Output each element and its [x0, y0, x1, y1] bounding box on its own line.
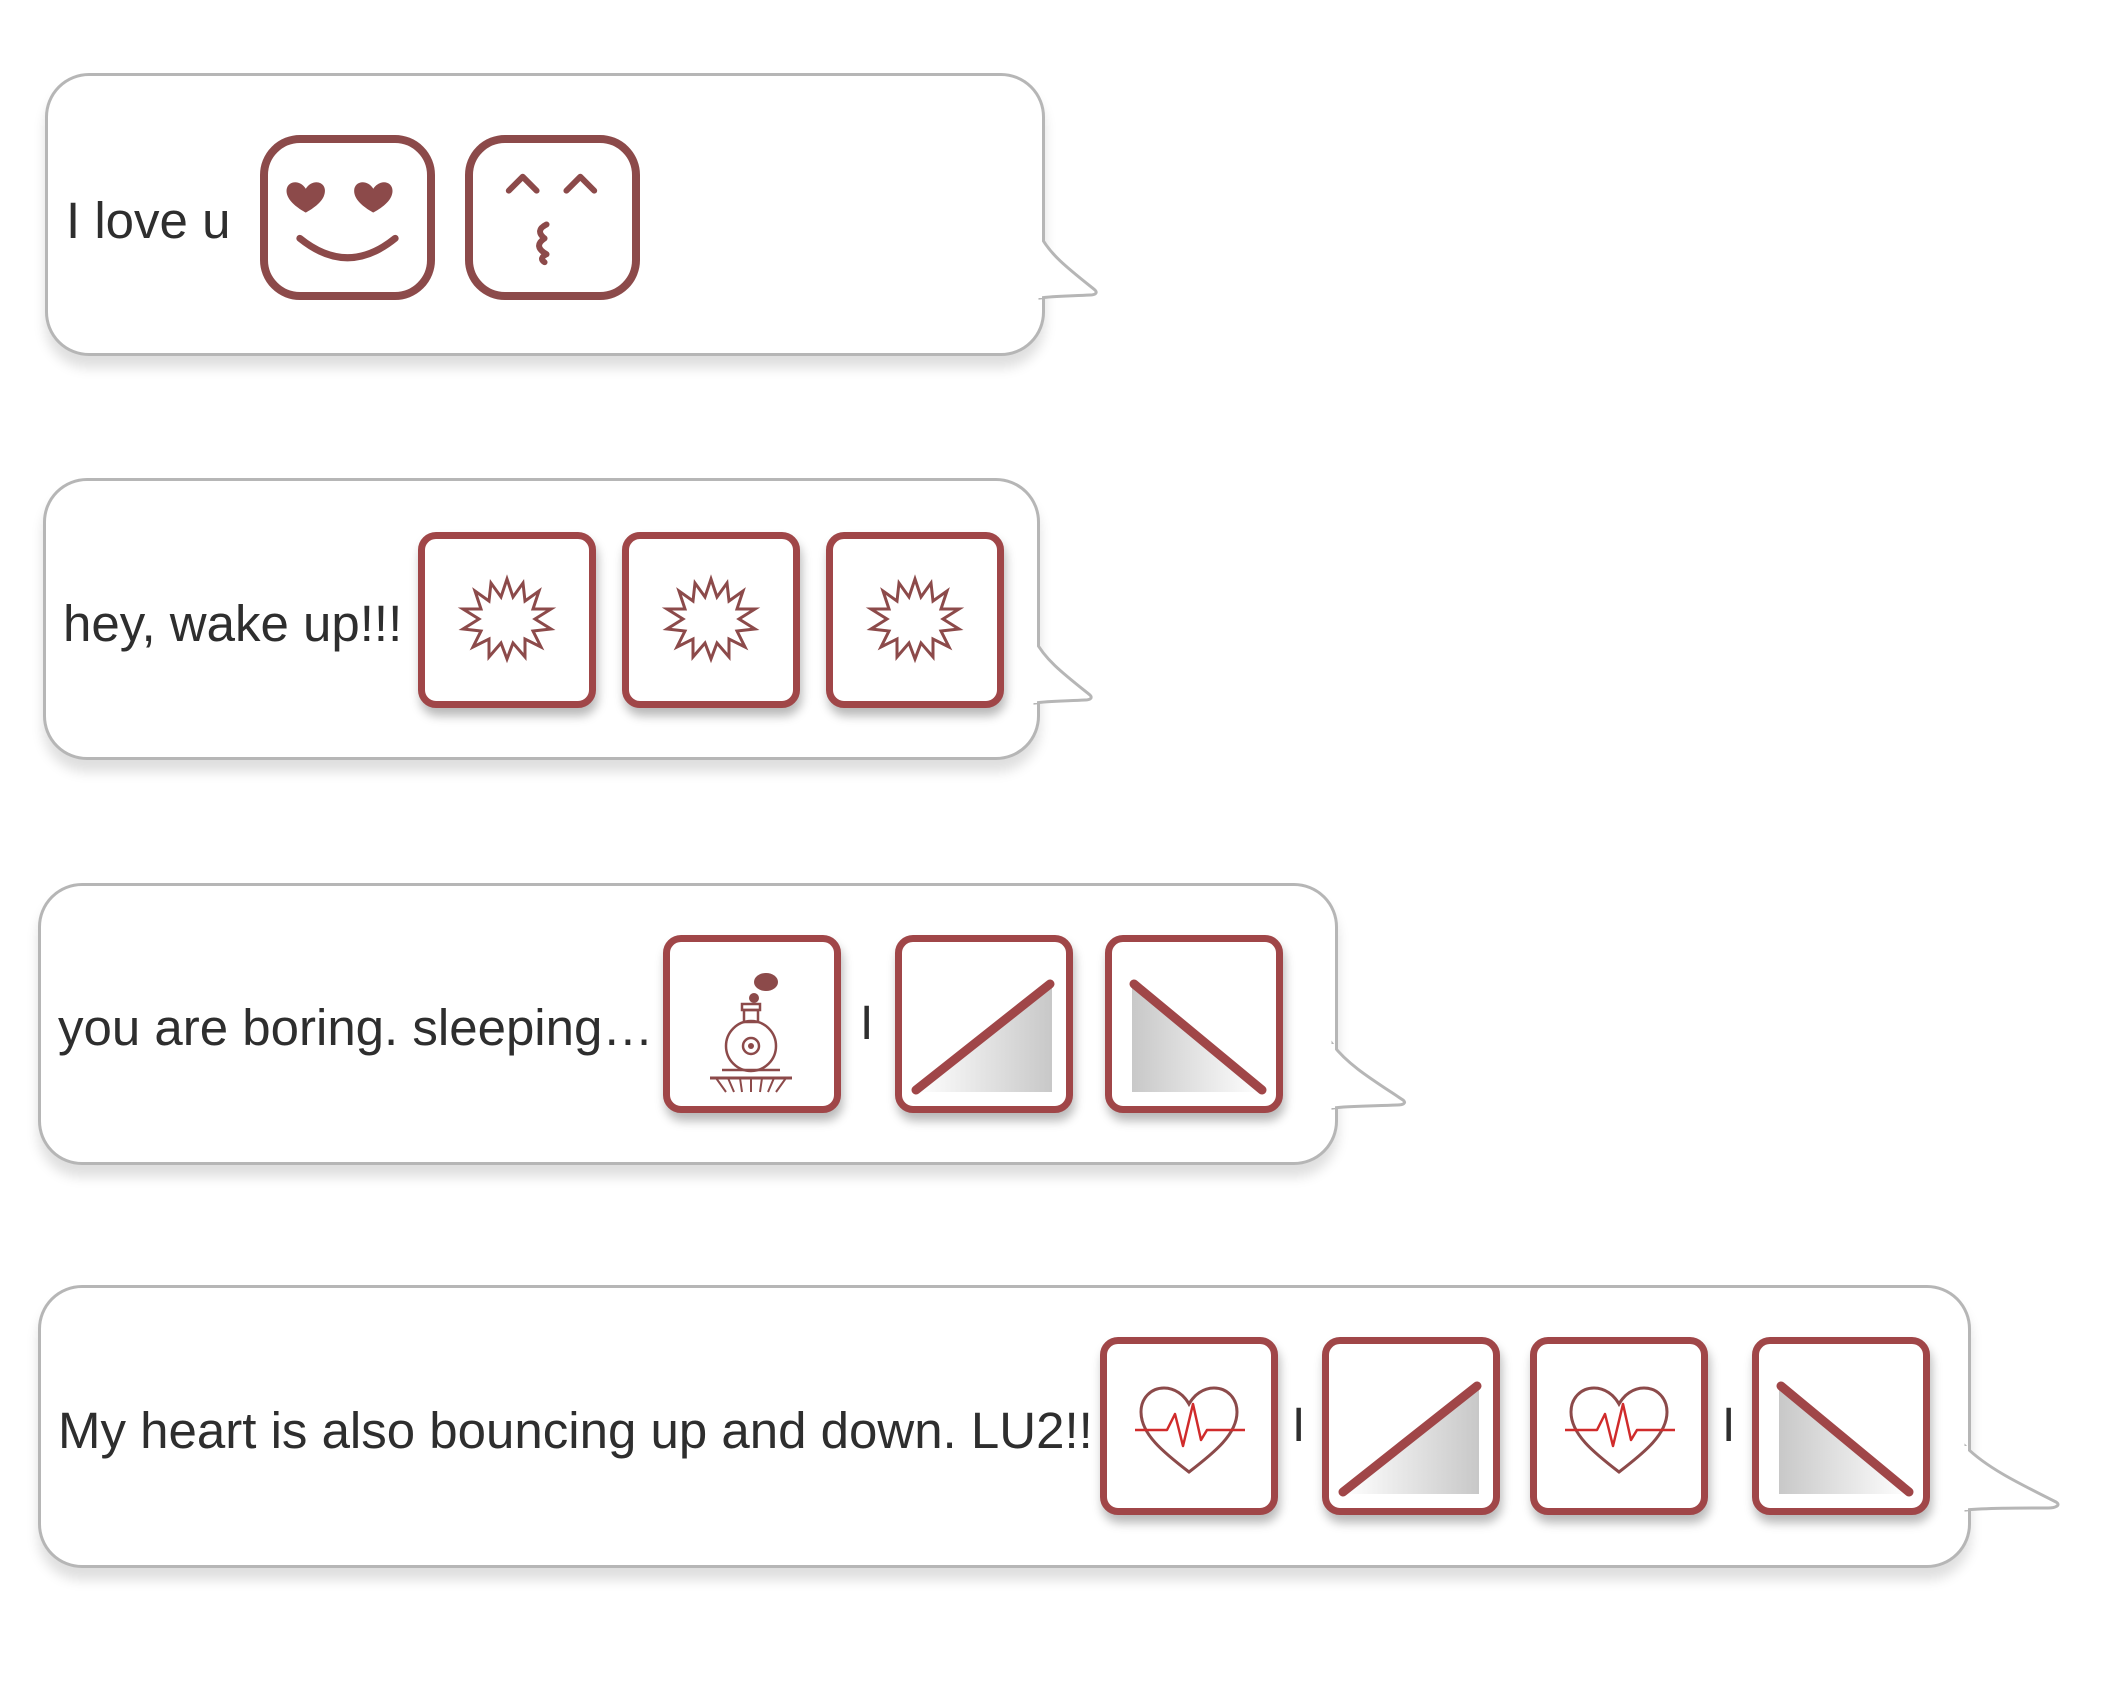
- ramp-up-icon: [1322, 1337, 1500, 1515]
- kissing-face-icon: [465, 135, 640, 300]
- message-text: you are boring. sleeping…: [58, 999, 654, 1056]
- ramp-up-icon: [895, 935, 1073, 1113]
- steam-train-icon: [663, 935, 841, 1113]
- ramp-down-icon: [1105, 935, 1283, 1113]
- separator: I: [1722, 1399, 1736, 1452]
- heart-eyes-face-icon: [260, 135, 435, 300]
- burst-icon: [622, 532, 800, 708]
- separator: I: [1292, 1399, 1306, 1452]
- separator: I: [860, 997, 874, 1050]
- burst-icon: [418, 532, 596, 708]
- heartbeat-icon: [1530, 1337, 1708, 1515]
- message-text: My heart is also bouncing up and down. L…: [58, 1402, 1093, 1459]
- heartbeat-icon: [1100, 1337, 1278, 1515]
- message-text: I love u: [66, 192, 231, 249]
- message-text: hey, wake up!!!: [63, 595, 403, 652]
- ramp-down-icon: [1752, 1337, 1930, 1515]
- burst-icon: [826, 532, 1004, 708]
